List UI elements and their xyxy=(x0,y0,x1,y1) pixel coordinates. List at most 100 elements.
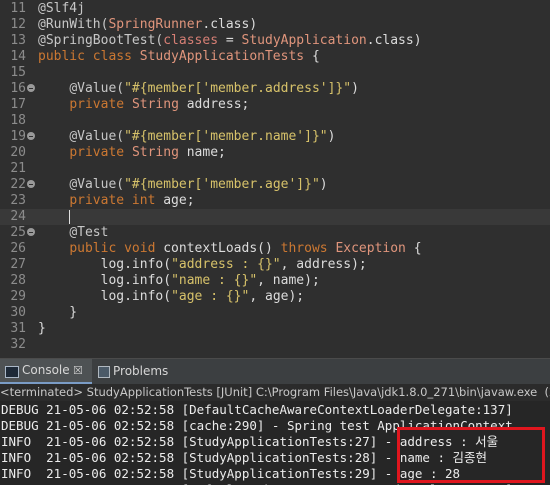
tab-problems[interactable]: Problems xyxy=(96,359,176,384)
console-icon xyxy=(5,366,19,378)
line-number: 32 xyxy=(10,337,26,352)
line-number: 15 xyxy=(10,65,26,80)
code-text: @Value("#{member['member.age']}") xyxy=(38,177,327,193)
code-line[interactable]: 27 log.info("address : {}", address); xyxy=(0,257,550,273)
code-line[interactable]: 17 private String address; xyxy=(0,97,550,113)
line-number: 21 xyxy=(10,161,26,176)
code-token: private xyxy=(69,145,132,160)
code-text: @Test xyxy=(38,225,108,241)
code-token: ) xyxy=(351,81,359,96)
line-number: 12 xyxy=(10,17,26,32)
line-number: 16 xyxy=(10,81,26,96)
fold-toggle-icon[interactable] xyxy=(27,84,35,92)
code-line[interactable]: 22 @Value("#{member['member.age']}") xyxy=(0,177,550,193)
code-token: age; xyxy=(163,193,195,208)
code-line[interactable]: 26 public void contextLoads() throws Exc… xyxy=(0,241,550,257)
code-line[interactable]: 18 xyxy=(0,113,550,129)
view-tab-bar: Console ☒ Problems xyxy=(0,358,550,384)
code-editor[interactable]: 11 @Slf4j 12 @RunWith(SpringRunner.class) 13… xyxy=(0,0,550,358)
code-token: @Test xyxy=(69,225,109,240)
tab-console[interactable]: Console ☒ xyxy=(0,359,92,384)
code-token: @SpringBootTest( xyxy=(38,33,164,48)
code-line[interactable]: 20 private String name; xyxy=(0,145,550,161)
line-number: 23 xyxy=(10,193,26,208)
code-line[interactable]: 23 private int age; xyxy=(0,193,550,209)
code-text: public class StudyApplicationTests { xyxy=(38,49,320,65)
code-token: private int xyxy=(69,193,164,208)
line-number: 28 xyxy=(10,273,26,288)
code-line[interactable]: 30 } xyxy=(0,305,550,321)
code-token: private xyxy=(69,97,132,112)
code-line[interactable]: 19 @Value("#{member['member.name']}") xyxy=(0,129,550,145)
code-line[interactable]: 28 log.info("name : {}", name); xyxy=(0,273,550,289)
code-token: classes xyxy=(163,33,219,48)
code-text: @RunWith(SpringRunner.class) xyxy=(38,17,257,33)
code-token: "address : {}" xyxy=(171,257,281,272)
code-line[interactable]: 16 @Value("#{member['member.address']}") xyxy=(0,81,550,97)
code-token: SpringRunner xyxy=(108,17,203,32)
code-token: "#{member['member.address']}" xyxy=(124,81,352,96)
code-line[interactable]: 21 xyxy=(0,161,550,177)
code-token: { xyxy=(304,49,320,64)
code-token: public class xyxy=(38,49,140,64)
code-text: public void contextLoads() throws Except… xyxy=(38,241,422,257)
fold-toggle-icon[interactable] xyxy=(27,228,35,236)
console-line: DEBUG 21-05-06 02:52:58 [DefaultCacheAwa… xyxy=(1,402,513,417)
code-token: throws xyxy=(280,241,336,256)
code-line[interactable]: 24 xyxy=(0,209,550,225)
fold-toggle-icon[interactable] xyxy=(27,132,35,140)
highlight-box xyxy=(397,427,545,483)
code-line[interactable]: 25 @Test xyxy=(0,225,550,241)
code-token: { xyxy=(405,241,422,256)
code-text: private int age; xyxy=(38,193,195,209)
code-line[interactable]: 12 @RunWith(SpringRunner.class) xyxy=(0,17,550,33)
code-token: = xyxy=(218,33,242,48)
code-token: "#{member['member.age']}" xyxy=(124,177,320,192)
close-icon[interactable]: ☒ xyxy=(73,359,83,382)
code-token: StudyApplication xyxy=(241,33,367,48)
text-caret xyxy=(69,209,71,224)
code-text xyxy=(38,209,71,225)
code-text: } xyxy=(38,305,77,321)
code-token: "#{member['member.name']}" xyxy=(124,129,328,144)
line-number: 27 xyxy=(10,257,26,272)
line-number: 17 xyxy=(10,97,26,112)
console-status-line: <terminated> StudyApplicationTests [JUni… xyxy=(0,384,550,401)
code-line[interactable]: 31} xyxy=(0,321,550,337)
tab-problems-label: Problems xyxy=(113,364,169,378)
line-number: 30 xyxy=(10,305,26,320)
code-line[interactable]: 15 xyxy=(0,65,550,81)
code-line[interactable]: 29 log.info("age : {}", age); xyxy=(0,289,550,305)
line-number: 29 xyxy=(10,289,26,304)
console-line: INFO 21-05-06 02:52:58 [StudyApplication… xyxy=(1,466,461,481)
line-number: 26 xyxy=(10,241,26,256)
code-text: @Value("#{member['member.name']}") xyxy=(38,129,335,145)
code-line[interactable]: 32 xyxy=(0,337,550,353)
code-text: log.info("age : {}", age); xyxy=(38,289,305,305)
code-token: String xyxy=(131,97,179,112)
code-text: log.info("name : {}", name); xyxy=(38,273,320,289)
code-line[interactable]: 13 @SpringBootTest(classes = StudyApplica… xyxy=(0,33,550,49)
code-token: @RunWith( xyxy=(38,17,109,32)
tab-console-label: Console xyxy=(22,363,70,377)
fold-toggle-icon[interactable] xyxy=(27,180,35,188)
code-line[interactable]: 14 public class StudyApplicationTests { xyxy=(0,49,550,65)
line-number: 20 xyxy=(10,145,26,160)
code-token: ) xyxy=(327,129,336,144)
problems-icon xyxy=(98,366,110,378)
code-text: } xyxy=(38,321,46,337)
code-token: @Value( xyxy=(69,129,125,144)
code-token: public void xyxy=(69,241,164,256)
code-token: log.info( xyxy=(38,257,172,272)
code-token: log.info( xyxy=(38,289,172,304)
code-line[interactable]: 11 @Slf4j xyxy=(0,1,550,17)
code-text: private String name; xyxy=(38,145,226,161)
code-text: private String address; xyxy=(38,97,249,113)
line-number: 11 xyxy=(10,1,26,16)
code-token: @Slf4j xyxy=(38,1,85,16)
code-token: , name); xyxy=(257,273,320,288)
